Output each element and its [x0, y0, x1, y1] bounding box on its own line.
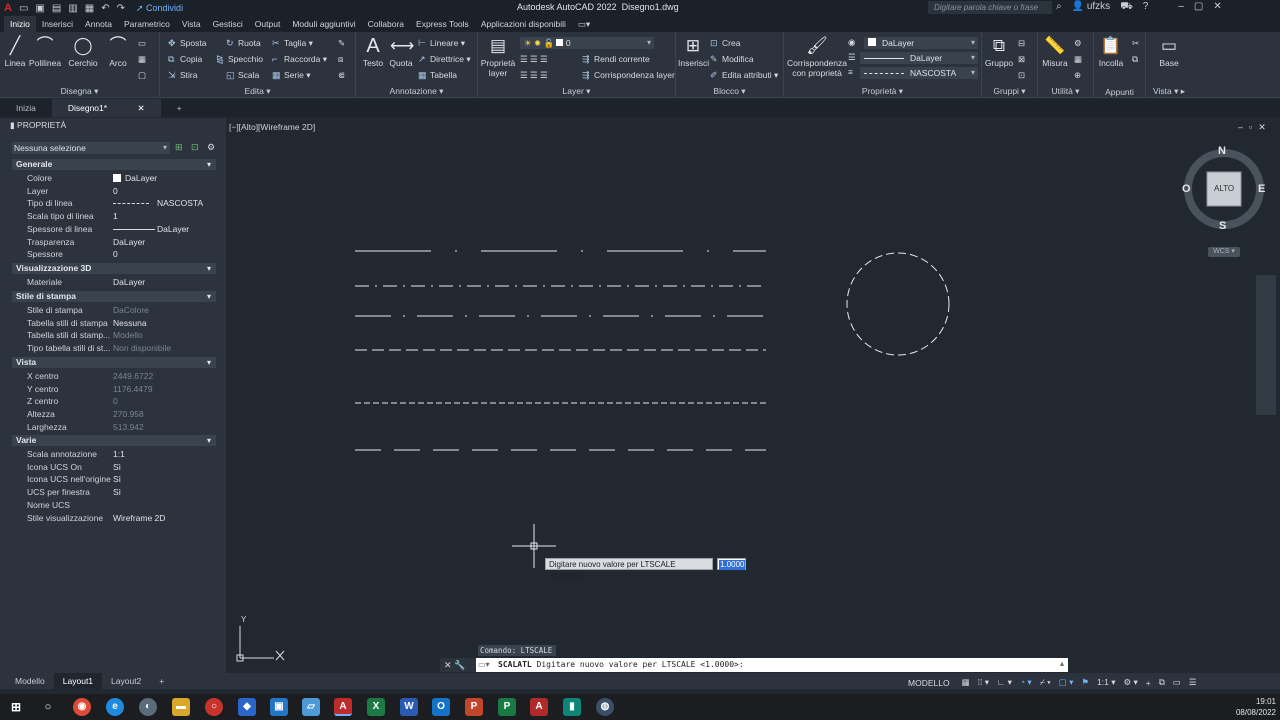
viewcube-face-top[interactable]: ALTO [1214, 184, 1234, 193]
command-customize-icon[interactable]: 🔧 [454, 660, 465, 670]
command-line[interactable]: ✕ 🔧 ▭▾ SCALATL Digitare nuovo valore per… [440, 658, 1068, 672]
add-layout-icon[interactable]: + [150, 673, 173, 689]
remote-desktop-icon[interactable]: ▣ [270, 698, 288, 716]
annotation-visibility-icon[interactable]: ⚑ [1081, 677, 1089, 688]
tab-layout1[interactable]: Layout1 [53, 673, 103, 689]
dynamic-input-prompt: Digitare nuovo valore per LTSCALE <1.000… [545, 558, 713, 581]
annotation-scale-label: 1:1 [1097, 677, 1109, 687]
command-name: SCALATL [498, 660, 532, 669]
command-prompt: Digitare nuovo valore per LTSCALE <1.000… [536, 660, 744, 669]
status-bar: MODELLO ▦ ⁞⁞ ▾ ∟ ▾ ◔ ▾ ⌿ ▾ ▢ ▾ ⚑ 1:1 ▾ ⚙… [904, 676, 1196, 689]
compass-east[interactable]: E [1258, 183, 1265, 195]
snap-icon[interactable]: ⁞⁞ ▾ [978, 677, 989, 688]
opera-icon[interactable]: ○ [205, 698, 223, 716]
store-icon[interactable]: ◆ [238, 698, 256, 716]
customize-icon[interactable]: ☰ [1189, 677, 1197, 688]
excel-icon[interactable]: X [367, 698, 385, 716]
isolate-icon[interactable]: ⧉ [1159, 677, 1165, 688]
chrome-icon[interactable]: ◉ [73, 698, 91, 716]
workspace-gear-icon[interactable]: ⚙ ▾ [1124, 677, 1138, 688]
ucs-y-label: Y [241, 615, 247, 624]
command-line-controls: ✕ 🔧 [440, 658, 476, 672]
acrobat-icon[interactable]: A [530, 698, 548, 716]
wcs-menu[interactable]: WCS ▾ [1208, 247, 1240, 257]
command-close-icon[interactable]: ✕ [444, 660, 452, 670]
grid-icon[interactable]: ▦ [962, 677, 970, 688]
drawing-canvas[interactable] [0, 0, 1280, 720]
edge-icon[interactable]: e [106, 698, 124, 716]
clock-date: 08/08/2022 [1235, 708, 1276, 717]
word-icon[interactable]: W [400, 698, 418, 716]
search-taskbar-icon[interactable]: ○ [39, 698, 57, 716]
clock-time: 19:01 [1255, 697, 1276, 706]
osnap-icon[interactable]: ▢ ▾ [1059, 677, 1074, 688]
command-history: Comando: LTSCALE [478, 645, 556, 656]
isodraft-icon[interactable]: ⌿ ▾ [1040, 677, 1051, 688]
command-input[interactable]: SCALATL Digitare nuovo valore per LTSCAL… [498, 658, 744, 672]
dynamic-input-field[interactable]: 1.0000 [717, 558, 746, 570]
windows-start-icon[interactable]: ⊞ [7, 698, 25, 716]
network-app-icon[interactable]: ◍ [596, 698, 614, 716]
system-clock[interactable]: 19:01 08/08/2022 [1236, 696, 1276, 718]
taskbar: ⊞ ○ ◉ e ◐ ▬ ○ ◆ ▣ ▱ A X W O P P A ▮ ◍ 19… [0, 694, 1280, 720]
add-icon[interactable]: + [1146, 678, 1151, 688]
dynamic-input-value: 1.0000 [719, 560, 746, 570]
app-browser-icon[interactable]: ◐ [139, 698, 157, 716]
annotation-scale-button[interactable]: 1:1 ▾ [1097, 677, 1115, 688]
ucs-icon [236, 626, 285, 662]
compass-west[interactable]: O [1182, 183, 1191, 195]
command-expand-icon[interactable]: ▴ [1060, 659, 1064, 668]
tab-model[interactable]: Modello [6, 673, 54, 689]
wcs-label: WCS [1213, 248, 1230, 255]
project-icon[interactable]: P [498, 698, 516, 716]
outlook-icon[interactable]: O [432, 698, 450, 716]
tab-layout2[interactable]: Layout2 [102, 673, 150, 689]
compass-south[interactable]: S [1219, 220, 1226, 232]
ortho-icon[interactable]: ∟ ▾ [997, 677, 1012, 688]
polar-icon[interactable]: ◔ ▾ [1020, 677, 1032, 688]
dashed-circle [846, 252, 950, 356]
model-space-button[interactable]: MODELLO [904, 677, 954, 688]
terminal-icon[interactable]: ▮ [563, 698, 581, 716]
file-explorer-icon[interactable]: ▬ [172, 698, 190, 716]
command-recent-icon[interactable]: ▭▾ [478, 660, 490, 669]
navigation-bar[interactable] [1256, 275, 1276, 415]
autocad-taskbar-icon[interactable]: A [334, 698, 352, 716]
clean-screen-icon[interactable]: ▭ [1173, 677, 1181, 688]
powerpoint-icon[interactable]: P [465, 698, 483, 716]
notes-icon[interactable]: ▱ [302, 698, 320, 716]
compass-north[interactable]: N [1218, 145, 1226, 157]
